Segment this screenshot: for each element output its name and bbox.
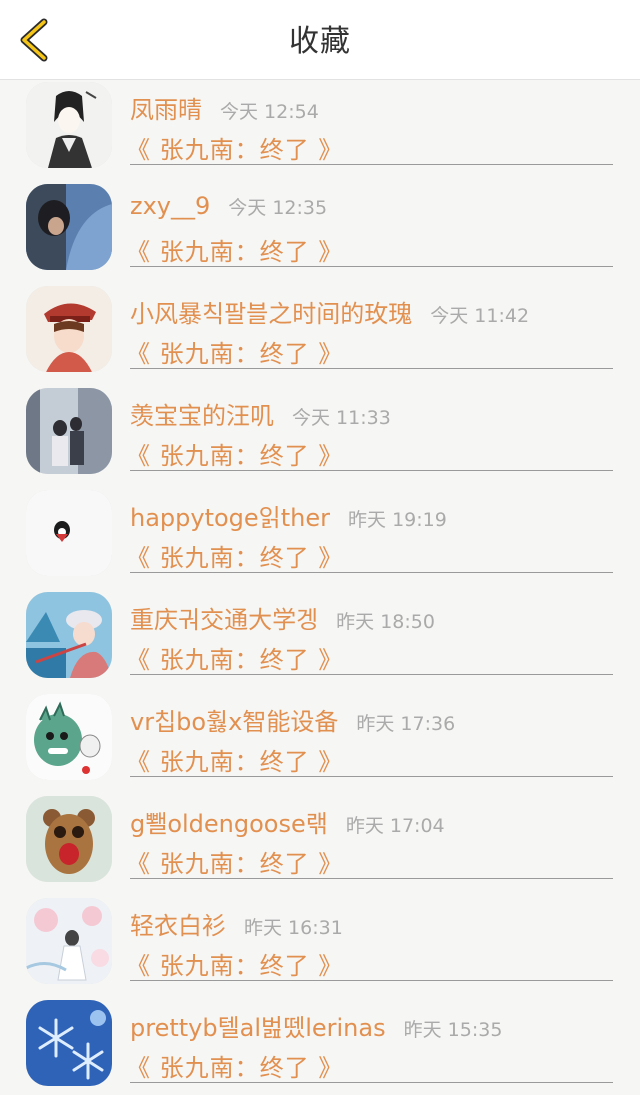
timestamp: 昨天 17:36: [356, 713, 456, 735]
timestamp: 今天 12:35: [228, 197, 328, 219]
avatar: [26, 82, 112, 168]
username[interactable]: 重庆궈交通大学겡: [130, 600, 318, 635]
list-item[interactable]: happytoge읽ther 昨天 19:19 《 张九南：终了 》: [0, 488, 640, 590]
username[interactable]: 羡宝宝的汪叽: [130, 396, 274, 431]
list-item[interactable]: 轻衣白衫 昨天 16:31 《 张九南：终了 》: [0, 896, 640, 998]
timestamp: 昨天 16:31: [244, 917, 343, 939]
username[interactable]: g뾀oldengoose랚: [130, 804, 328, 839]
list-item[interactable]: 重庆궈交通大学겡 昨天 18:50 《 张九南：终了 》: [0, 590, 640, 692]
username[interactable]: happytoge읽ther: [130, 498, 330, 533]
avatar: [26, 388, 112, 474]
username[interactable]: prettyb텔al벒뗐lerinas: [130, 1008, 386, 1043]
avatar: [26, 592, 112, 678]
list-item[interactable]: prettyb텔al벒뗐lerinas 昨天 15:35 《 张九南：终了 》: [0, 998, 640, 1095]
book-title[interactable]: 《 张九南：终了 》: [126, 232, 343, 267]
timestamp: 昨天 15:35: [403, 1019, 503, 1041]
list-item[interactable]: g뾀oldengoose랚 昨天 17:04 《 张九南：终了 》: [0, 794, 640, 896]
username[interactable]: 轻衣白衫: [130, 906, 226, 941]
list-item[interactable]: 羡宝宝的汪叽 今天 11:33 《 张九南：终了 》: [0, 386, 640, 488]
username[interactable]: zxy__9: [130, 192, 210, 220]
list-item[interactable]: 凤雨晴 今天 12:54 《 张九南：终了 》: [0, 80, 640, 182]
book-title[interactable]: 《 张九南：终了 》: [126, 334, 343, 369]
divider: [130, 674, 613, 675]
favorites-list[interactable]: 凤雨晴 今天 12:54 《 张九南：终了 》 zxy__9 今天 12:35 …: [0, 80, 640, 1095]
divider: [130, 878, 613, 879]
list-item[interactable]: 小风暴칙팔블之时间的玫瑰 今天 11:42 《 张九南：终了 》: [0, 284, 640, 386]
divider: [130, 368, 613, 369]
page-title: 收藏: [289, 24, 351, 59]
timestamp: 今天 11:42: [430, 305, 530, 327]
divider: [130, 980, 613, 981]
avatar: [26, 898, 112, 984]
avatar: [26, 184, 112, 270]
timestamp: 今天 12:54: [220, 101, 319, 123]
book-title[interactable]: 《 张九南：终了 》: [126, 130, 343, 165]
avatar: [26, 694, 112, 780]
timestamp: 昨天 19:19: [348, 509, 447, 531]
book-title[interactable]: 《 张九南：终了 》: [126, 742, 343, 777]
divider: [130, 572, 613, 573]
book-title[interactable]: 《 张九南：终了 》: [126, 640, 343, 675]
book-title[interactable]: 《 张九南：终了 》: [126, 538, 343, 573]
divider: [130, 1082, 613, 1083]
divider: [130, 470, 613, 471]
book-title[interactable]: 《 张九南：终了 》: [126, 436, 343, 471]
avatar: [26, 1000, 112, 1086]
avatar: [26, 286, 112, 372]
timestamp: 昨天 17:04: [345, 815, 445, 837]
top-bar: 收藏: [0, 0, 640, 80]
avatar: [26, 490, 112, 576]
list-item[interactable]: vr칩bo훯x智能设备 昨天 17:36 《 张九南：终了 》: [0, 692, 640, 794]
divider: [130, 266, 613, 267]
username[interactable]: 凤雨晴: [130, 90, 202, 125]
timestamp: 昨天 18:50: [336, 611, 435, 633]
book-title[interactable]: 《 张九南：终了 》: [126, 844, 343, 879]
divider: [130, 776, 613, 777]
avatar: [26, 796, 112, 882]
book-title[interactable]: 《 张九南：终了 》: [126, 946, 343, 981]
book-title[interactable]: 《 张九南：终了 》: [126, 1048, 343, 1083]
divider: [130, 164, 613, 165]
username[interactable]: 小风暴칙팔블之时间的玫瑰: [130, 294, 412, 329]
list-item[interactable]: zxy__9 今天 12:35 《 张九南：终了 》: [0, 182, 640, 284]
timestamp: 今天 11:33: [292, 407, 391, 429]
username[interactable]: vr칩bo훯x智能设备: [130, 702, 338, 737]
